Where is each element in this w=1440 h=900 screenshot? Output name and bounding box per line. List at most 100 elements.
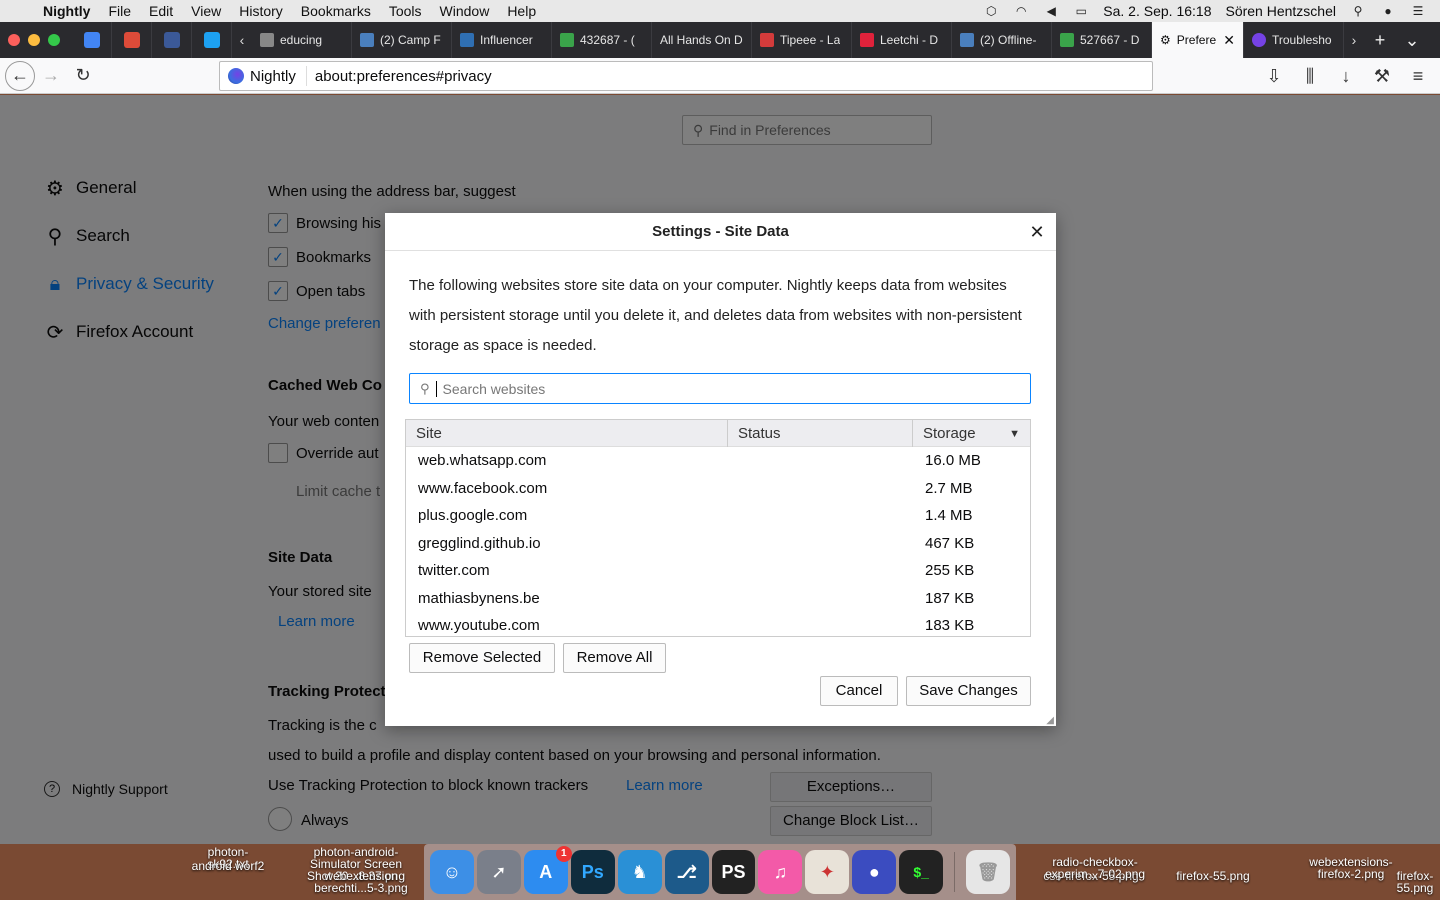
tab-favicon-icon	[760, 33, 774, 47]
table-row[interactable]: web.whatsapp.com 16.0 MB	[406, 447, 1030, 475]
back-button[interactable]: ←	[5, 60, 35, 91]
table-row[interactable]: mathiasbynens.be 187 KB	[406, 585, 1030, 613]
terminal-icon[interactable]: $_	[899, 850, 944, 894]
column-status[interactable]: Status	[728, 420, 913, 447]
gear-icon: ⚙	[1160, 33, 1171, 47]
tab-favicon-icon	[560, 33, 574, 47]
desktop-file-label[interactable]: firefox-55.png	[1390, 870, 1440, 894]
minimize-window-button[interactable]	[28, 34, 40, 46]
reload-button[interactable]: ↻	[67, 61, 99, 91]
tab-preferences-active[interactable]: ⚙ Prefere ✕	[1152, 22, 1244, 58]
photoshop-icon[interactable]: Ps	[570, 850, 615, 894]
desktop-file-label[interactable]: firefox-55.png	[1158, 870, 1268, 882]
menu-file[interactable]: File	[99, 3, 140, 19]
text-caret	[435, 380, 437, 397]
table-row[interactable]: plus.google.com 1.4 MB	[406, 502, 1030, 530]
pinned-tab-facebook[interactable]	[152, 22, 192, 58]
desktop-file-label[interactable]: radio-checkbox- experim...7-02.png	[1040, 856, 1150, 880]
table-row[interactable]: gregglind.github.io 467 KB	[406, 530, 1030, 558]
mastodon-icon[interactable]: ♞	[617, 850, 662, 894]
facebook-icon	[163, 32, 180, 48]
tab-5[interactable]: Tipeee - La	[752, 22, 852, 58]
remove-all-button[interactable]: Remove All	[563, 643, 666, 673]
close-window-button[interactable]	[8, 34, 20, 46]
appstore-icon[interactable]: A1	[523, 846, 572, 894]
tab-2[interactable]: Influencer	[452, 22, 552, 58]
menu-user[interactable]: Sören Hentzschel	[1225, 3, 1336, 19]
menu-help[interactable]: Help	[498, 3, 545, 19]
close-icon[interactable]: ✕	[1026, 213, 1048, 251]
pocket-icon[interactable]: ⇩	[1258, 61, 1290, 91]
twitter-icon	[203, 32, 220, 48]
sort-descending-icon: ▼	[1009, 427, 1020, 440]
battery-icon[interactable]: ▭	[1073, 4, 1089, 18]
table-header: Site Status Storage ▼	[406, 420, 1030, 447]
compass-icon[interactable]: ✦	[805, 850, 850, 894]
finder-icon[interactable]: ☺	[430, 850, 474, 894]
cancel-button[interactable]: Cancel	[820, 676, 898, 706]
tab-1[interactable]: (2) Camp F	[352, 22, 452, 58]
new-tab-icon[interactable]: +	[1364, 30, 1396, 51]
hamburger-menu-icon[interactable]: ≡	[1402, 61, 1434, 91]
dropbox-icon[interactable]: ⬡	[983, 4, 999, 18]
menu-app-name[interactable]: Nightly	[34, 3, 99, 19]
tab-10[interactable]: Troublesho	[1244, 22, 1344, 58]
trash-icon[interactable]: 🗑︎	[966, 850, 1011, 894]
pinned-tabs	[72, 22, 232, 58]
tabs-scroll-left-icon[interactable]: ‹	[232, 32, 252, 48]
tab-6[interactable]: Leetchi - D	[852, 22, 952, 58]
wifi-icon[interactable]: ◠	[1013, 4, 1029, 18]
all-tabs-chevron-icon[interactable]: ⌄	[1396, 30, 1428, 51]
nightly-icon[interactable]: ●	[852, 850, 897, 894]
nav-toolbar: ← → ↻ Nightly about:preferences#privacy …	[0, 58, 1440, 94]
desktop-file-label[interactable]: android worf2	[186, 860, 270, 872]
menu-view[interactable]: View	[182, 3, 230, 19]
tab-favicon-icon	[1252, 33, 1266, 47]
menu-clock[interactable]: Sa. 2. Sep. 16:18	[1103, 3, 1211, 19]
developer-wrench-icon[interactable]: ⚒	[1366, 61, 1398, 91]
tab-7[interactable]: (2) Offline-	[952, 22, 1052, 58]
menu-tools[interactable]: Tools	[380, 3, 431, 19]
column-site[interactable]: Site	[406, 420, 728, 447]
save-changes-button[interactable]: Save Changes	[906, 676, 1031, 706]
phpstorm-icon[interactable]: PS	[711, 850, 756, 894]
window-controls	[0, 34, 72, 46]
spotlight-icon[interactable]: ⚲	[1350, 4, 1366, 18]
sourcetree-icon[interactable]: ⎇	[664, 850, 709, 894]
tab-0[interactable]: educing	[252, 22, 352, 58]
itunes-icon[interactable]: ♫	[758, 850, 803, 894]
forward-button[interactable]: →	[35, 61, 67, 91]
pinned-tab-docs[interactable]	[72, 22, 112, 58]
pinned-tab-twitter[interactable]	[192, 22, 232, 58]
launchpad-icon[interactable]: ➚	[476, 850, 521, 894]
resize-grip-icon[interactable]: ◢	[1046, 715, 1054, 726]
tab-8[interactable]: 527667 - D	[1052, 22, 1152, 58]
volume-icon[interactable]: ◀	[1043, 4, 1059, 18]
downloads-icon[interactable]: ↓	[1330, 61, 1362, 91]
table-row[interactable]: www.youtube.com 183 KB	[406, 612, 1030, 636]
library-icon[interactable]: ⫼	[1294, 61, 1326, 91]
tab-4[interactable]: All Hands On D	[652, 22, 752, 58]
menu-edit[interactable]: Edit	[140, 3, 182, 19]
tab-3[interactable]: 432687 - (	[552, 22, 652, 58]
table-row[interactable]: www.facebook.com 2.7 MB	[406, 475, 1030, 503]
menu-window[interactable]: Window	[431, 3, 499, 19]
desktop-file-label[interactable]: webextension berechti...5-3.png	[296, 870, 426, 894]
tabs-scroll-right-icon[interactable]: ›	[1344, 32, 1364, 48]
siri-icon[interactable]: ●	[1380, 4, 1396, 18]
docs-icon	[83, 32, 100, 48]
toolbar-buttons: ⇩ ⫼ ↓ ⚒ ≡	[1258, 61, 1434, 91]
menu-history[interactable]: History	[230, 3, 292, 19]
identity-box[interactable]: Nightly	[220, 66, 307, 86]
column-storage[interactable]: Storage ▼	[913, 420, 1030, 447]
notification-center-icon[interactable]: ☰	[1410, 4, 1426, 18]
url-text[interactable]: about:preferences#privacy	[307, 68, 492, 85]
table-row[interactable]: twitter.com 255 KB	[406, 557, 1030, 585]
menu-bookmarks[interactable]: Bookmarks	[292, 3, 380, 19]
zoom-window-button[interactable]	[48, 34, 60, 46]
url-bar[interactable]: Nightly about:preferences#privacy	[219, 61, 1153, 91]
remove-selected-button[interactable]: Remove Selected	[409, 643, 555, 673]
close-tab-icon[interactable]: ✕	[1223, 32, 1235, 49]
pinned-tab-gplus[interactable]	[112, 22, 152, 58]
search-websites-input[interactable]: ⚲ Search websites	[409, 373, 1031, 404]
